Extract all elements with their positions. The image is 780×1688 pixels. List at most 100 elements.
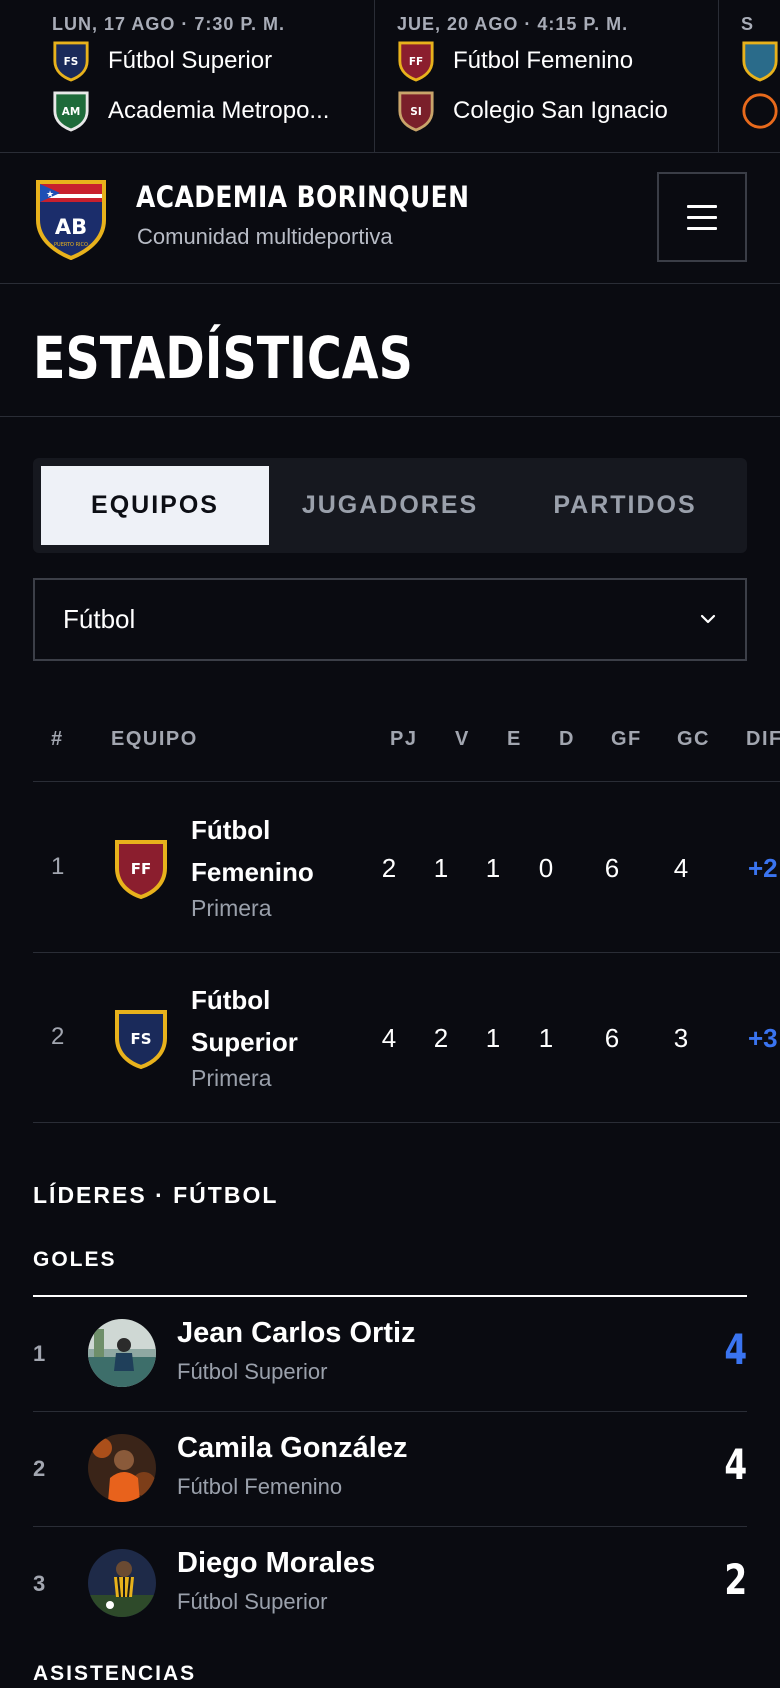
team-name: Fútbol Femenino — [453, 47, 634, 74]
row-dif: +3 — [748, 1023, 778, 1053]
tab-partidos[interactable]: PARTIDOS — [511, 466, 739, 545]
header-d[interactable]: D — [559, 728, 575, 751]
team-crest-icon: SI — [398, 91, 434, 132]
brand-tagline: Comunidad multideportiva — [137, 224, 393, 249]
leader-value: 2 — [724, 1555, 747, 1604]
row-d: 0 — [538, 853, 554, 883]
crest-abbr: FF — [409, 56, 423, 68]
leader-value: 4 — [724, 1440, 747, 1489]
team-crest-icon: FS — [115, 1010, 167, 1070]
leader-rank: 3 — [33, 1571, 46, 1596]
stats-tabs: EQUIPOS JUGADORES PARTIDOS — [33, 458, 747, 553]
leader-row[interactable]: 1 Jean Carlos Ortiz Fútbol Superior 4 — [33, 1297, 747, 1412]
sport-select-value: Fútbol — [63, 604, 136, 634]
logo-initials: AB — [55, 215, 87, 239]
ticker-game[interactable]: LUN, 17 AGO · 7:30 P. M. FS Fútbol Super… — [0, 0, 375, 152]
row-team[interactable]: Fútbol Superior Primera — [191, 979, 371, 1092]
team-name: Fútbol Superior — [108, 47, 273, 74]
hamburger-icon — [687, 204, 717, 208]
academy-logo[interactable]: ★ AB PUERTO RICO — [34, 178, 108, 260]
player-name[interactable]: Diego Morales — [177, 1547, 375, 1580]
row-dif: +2 — [748, 853, 778, 883]
game-date: LUN, 17 AGO · 7:30 P. M. — [52, 14, 286, 34]
crest-abbr: FS — [64, 56, 79, 68]
row-team[interactable]: Fútbol Femenino Primera — [191, 809, 371, 922]
crest-abbr: FS — [130, 1030, 151, 1048]
leader-row[interactable]: 3 Diego Morales Fútbol Superior 2 — [33, 1527, 747, 1642]
player-avatar[interactable] — [88, 1549, 156, 1617]
ticker-team-home: FF Fútbol Femenino — [397, 36, 718, 86]
table-row[interactable]: 1 FF Fútbol Femenino Primera 2 1 1 0 6 4… — [33, 783, 780, 953]
row-pj: 2 — [381, 853, 397, 883]
leader-value: 4 — [724, 1325, 747, 1374]
brand-name[interactable]: ACADEMIA BORINQUEN — [136, 180, 469, 214]
hamburger-icon — [687, 215, 717, 219]
player-team: Fútbol Superior — [177, 1589, 328, 1614]
game-date: S — [741, 14, 755, 34]
table-row[interactable]: 2 FS Fútbol Superior Primera 4 2 1 1 6 3… — [33, 953, 780, 1123]
player-avatar[interactable] — [88, 1319, 156, 1387]
row-gf: 6 — [604, 853, 620, 883]
header-dif[interactable]: DIF — [746, 728, 780, 751]
team-crest-icon — [742, 93, 778, 129]
header-rank: # — [51, 728, 64, 750]
crest-abbr: FF — [131, 860, 152, 878]
scores-ticker[interactable]: LUN, 17 AGO · 7:30 P. M. FS Fútbol Super… — [0, 0, 780, 153]
standings-header: # EQUIPO PJ V E D GF GC DIF — [33, 700, 780, 782]
header-team[interactable]: EQUIPO — [111, 728, 198, 751]
header-pj[interactable]: PJ — [390, 728, 417, 751]
player-team: Fútbol Superior — [177, 1359, 328, 1384]
game-date: JUE, 20 AGO · 4:15 P. M. — [397, 14, 629, 34]
ticker-team-away: AM Academia Metropo... — [52, 86, 374, 136]
team-crest-icon: AM — [53, 91, 89, 132]
logo-subtext: PUERTO RICO — [54, 242, 88, 248]
crest-abbr: SI — [410, 106, 421, 118]
tab-jugadores[interactable]: JUGADORES — [269, 466, 511, 545]
hamburger-icon — [687, 226, 717, 230]
player-name[interactable]: Camila González — [177, 1432, 407, 1465]
header-e[interactable]: E — [507, 728, 522, 751]
row-e: 1 — [485, 1023, 501, 1053]
row-v: 1 — [433, 853, 449, 883]
team-name[interactable]: Fútbol Femenino — [191, 809, 371, 893]
team-crest-icon: FF — [115, 840, 167, 900]
row-gc: 3 — [673, 1023, 689, 1053]
ticker-game[interactable]: JUE, 20 AGO · 4:15 P. M. FF Fútbol Femen… — [375, 0, 719, 152]
chevron-down-icon — [700, 614, 716, 624]
team-name[interactable]: Fútbol Superior — [191, 979, 371, 1063]
team-crest-icon — [742, 41, 778, 82]
row-e: 1 — [485, 853, 501, 883]
ticker-game[interactable]: S — [719, 0, 780, 152]
goals-category-title: GOLES — [33, 1248, 117, 1271]
ticker-team-away: SI Colegio San Ignacio — [397, 86, 718, 136]
sport-select[interactable]: Fútbol — [33, 578, 747, 661]
row-gc: 4 — [673, 853, 689, 883]
team-crest-icon: FS — [53, 41, 89, 82]
svg-text:★: ★ — [46, 190, 54, 200]
ticker-team-home — [741, 36, 780, 86]
row-gf: 6 — [604, 1023, 620, 1053]
leader-rank: 2 — [33, 1456, 46, 1481]
header-v[interactable]: V — [455, 728, 470, 751]
leader-row[interactable]: 2 Camila González Fútbol Femenino 4 — [33, 1412, 747, 1527]
menu-button[interactable] — [657, 172, 747, 262]
header-gf[interactable]: GF — [611, 728, 642, 751]
row-rank: 2 — [51, 1023, 65, 1050]
ticker-team-home: FS Fútbol Superior — [52, 36, 374, 86]
leader-rank: 1 — [33, 1341, 46, 1366]
assists-category-title: ASISTENCIAS — [33, 1662, 197, 1685]
row-v: 2 — [433, 1023, 449, 1053]
leaders-title: LÍDERES · FÚTBOL — [33, 1182, 279, 1208]
player-team: Fútbol Femenino — [177, 1474, 343, 1499]
player-name[interactable]: Jean Carlos Ortiz — [177, 1317, 416, 1350]
team-crest-icon: FF — [398, 41, 434, 82]
crest-abbr: AM — [62, 106, 80, 118]
team-name: Colegio San Ignacio — [453, 97, 668, 124]
row-pj: 4 — [381, 1023, 397, 1053]
row-d: 1 — [538, 1023, 554, 1053]
tab-equipos[interactable]: EQUIPOS — [41, 466, 269, 545]
player-avatar[interactable] — [88, 1434, 156, 1502]
team-division: Primera — [191, 1065, 272, 1091]
header-gc[interactable]: GC — [677, 728, 710, 751]
ticker-team-away — [741, 86, 780, 136]
